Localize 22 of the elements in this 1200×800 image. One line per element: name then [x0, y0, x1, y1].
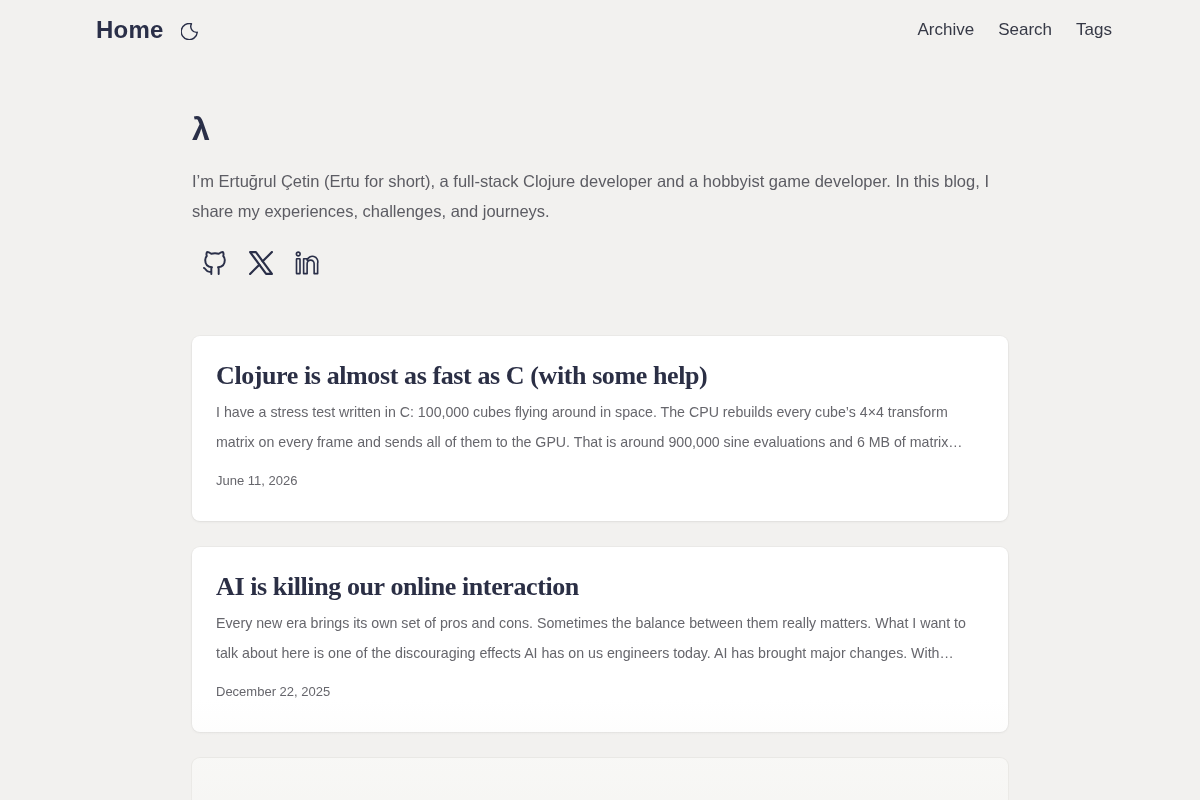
moon-icon — [181, 22, 199, 40]
linkedin-link[interactable] — [295, 251, 319, 275]
post-card[interactable] — [192, 547, 1008, 732]
github-link[interactable] — [203, 251, 227, 275]
post-title[interactable]: Clojure is almost as fast as C (with some help) — [216, 360, 984, 392]
post-date: December 22, 2025 — [216, 683, 332, 701]
nav-link[interactable]: Archive — [917, 20, 975, 40]
post-title[interactable]: AI is killing our online interaction — [216, 571, 984, 603]
nav-link[interactable]: Tags — [1076, 20, 1112, 40]
post-excerpt: I have a stress test written in C: 100,000 cubes flying around in space. The CPU rebuilds every cube’s 4×4 transform matrix on every frame and sends all of them to the GPU. That is around 900,000 sine evaluations and 6 MB of matrix… — [216, 403, 964, 452]
github-icon — [203, 251, 227, 275]
nav-link[interactable]: Search — [998, 20, 1053, 40]
post-excerpt: Every new era brings its own set of pros and cons. Sometimes the balance between them really matters. What I want to talk about here is one of the discouraging effects AI has on us engineers today. AI has brought major changes. With… — [216, 614, 967, 663]
intro-text: I’m Ertuğrul Çetin (Ertu for short), a full-stack Clojure developer and a hobbyist game developer. In this blog, I share my experiences, challenges, and journeys. — [192, 171, 990, 222]
home-link[interactable]: Home — [88, 16, 172, 44]
x-link[interactable] — [249, 251, 273, 275]
post-card[interactable] — [192, 336, 1008, 521]
x-logo-icon — [249, 251, 273, 275]
post-date: June 11, 2026 — [216, 472, 299, 490]
theme-toggle-button[interactable] — [181, 22, 199, 40]
linkedin-icon — [295, 251, 319, 275]
site-heading: λ — [192, 110, 211, 148]
